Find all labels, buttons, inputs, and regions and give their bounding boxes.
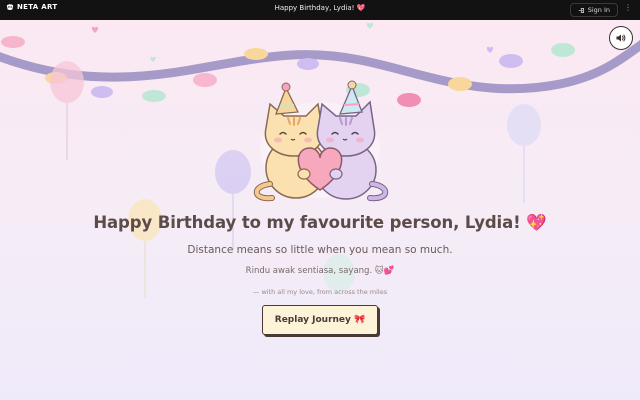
tiny-heart-icon	[91, 26, 99, 33]
tiny-heart-icon	[486, 46, 494, 53]
cats-hugging-heart-illustration	[253, 80, 389, 202]
replay-journey-button[interactable]: Replay Journey 🎀	[262, 305, 378, 335]
birthday-stage: Happy Birthday to my favourite person, L…	[0, 20, 640, 400]
balloon-purple	[215, 150, 251, 250]
confetti	[551, 43, 575, 57]
birthday-heading: Happy Birthday to my favourite person, L…	[93, 213, 547, 232]
sound-toggle-button[interactable]	[609, 26, 633, 50]
confetti	[448, 77, 472, 91]
confetti	[142, 90, 166, 102]
balloon-mint	[323, 254, 355, 292]
speaker-icon	[616, 34, 626, 42]
confetti	[1, 36, 25, 48]
signature-line: — with all my love, from across the mile…	[252, 288, 388, 296]
balloon-lavender	[507, 104, 541, 203]
birthday-subheading: Distance means so little when you mean s…	[187, 244, 453, 256]
top-bar: NETA ART Happy Birthday, Lydia! 💖 Sign I…	[0, 0, 640, 20]
sign-in-button[interactable]: Sign In	[569, 3, 618, 17]
confetti	[499, 54, 523, 68]
confetti	[397, 93, 421, 107]
balloon-pink	[50, 61, 84, 160]
tiny-heart-icon	[150, 56, 156, 62]
confetti	[91, 86, 113, 98]
confetti	[193, 73, 217, 87]
tiny-heart-icon	[366, 22, 374, 29]
sign-in-icon	[578, 7, 584, 13]
confetti	[244, 48, 268, 60]
page-title: Happy Birthday, Lydia! 💖	[274, 4, 366, 12]
replay-journey-label: Replay Journey 🎀	[274, 315, 366, 325]
sign-in-label: Sign In	[587, 6, 610, 14]
malay-message: Rindu awak sentiasa, sayang. 🐱💕	[245, 266, 395, 276]
confetti	[297, 58, 319, 70]
more-vertical-icon[interactable]: ⋮	[624, 4, 632, 12]
